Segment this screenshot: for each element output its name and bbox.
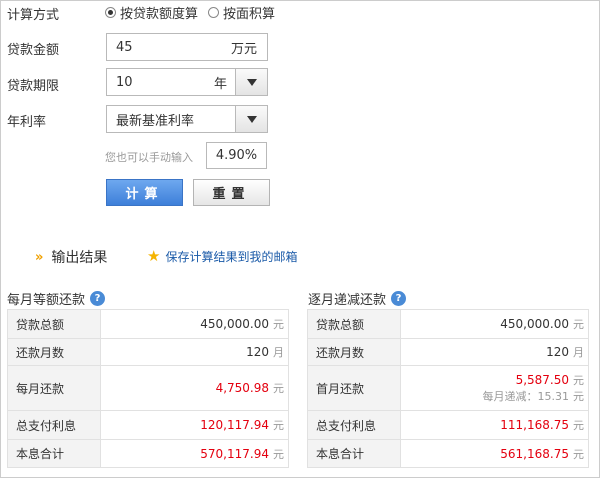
method-radio-group: 按贷款额度算 按面积算 [105,3,285,22]
amount-label: 贷款金额 [7,43,60,58]
calculator-frame: 计算方式 按贷款额度算 按面积算 贷款金额 45 万元 贷款期限 10 年 年利… [0,0,600,478]
decreasing-payment-table: 贷款总额 450,000.00 元 还款月数 120 月 首月还款 5,587.50… [307,309,589,468]
unit-text: 元 [273,447,284,461]
rate-hint: 您也可以手动输入 [105,151,193,164]
equal-payment-title: 每月等额还款 ? [7,289,106,308]
table-key: 还款月数 [307,338,401,366]
table-key: 还款月数 [7,338,101,366]
equal-payment-table: 贷款总额 450,000.00 元 还款月数 120 月 每月还款 4,750.98… [7,309,289,468]
table-key: 贷款总额 [7,309,101,339]
table-value: 570,117.94 元 [100,439,289,468]
radio-by-amount-label: 按贷款额度算 [120,7,199,22]
save-to-email-label: 保存计算结果到我的邮箱 [165,249,298,264]
unit-text: 元 [573,419,584,432]
save-to-email-link[interactable]: ★ 保存计算结果到我的邮箱 [147,247,297,265]
unit-text: 元 [573,318,584,331]
unit-text: 元 [273,419,284,432]
table-key: 总支付利息 [7,410,101,440]
table-row: 还款月数 120 月 [7,338,289,366]
term-label: 贷款期限 [7,79,60,94]
value-text: 450,000.00 [200,317,269,331]
table-row: 还款月数 120 月 [307,338,589,366]
table-value: 5,587.50 元 每月递减：15.31 元 [400,365,589,411]
table-value: 120 月 [400,338,589,366]
help-icon[interactable]: ? [391,291,407,306]
value-text: 120 [246,345,269,359]
value-text: 111,168.75 [500,418,569,432]
rate-select[interactable]: 最新基准利率 [106,105,268,133]
decreasing-payment-title: 逐月递减还款 ? [308,289,407,308]
equal-payment-title-text: 每月等额还款 [7,293,86,308]
value-text: 120 [546,345,569,359]
radio-by-amount[interactable]: 按贷款额度算 [105,3,198,22]
rate-label: 年利率 [7,115,47,130]
value-text: 120,117.94 [200,418,269,432]
radio-selected-icon [105,7,116,18]
table-row: 贷款总额 450,000.00 元 [307,309,589,339]
term-value: 10 [116,74,133,90]
unit-text: 元 [573,390,584,403]
table-key: 本息合计 [7,439,101,468]
table-row: 首月还款 5,587.50 元 每月递减：15.31 元 [307,365,589,411]
table-row: 本息合计 561,168.75 元 [307,439,589,468]
table-row: 总支付利息 120,117.94 元 [7,410,289,440]
table-value: 111,168.75 元 [400,410,589,440]
chevron-right-icon: » [35,249,44,265]
unit-text: 元 [273,382,284,395]
unit-text: 月 [573,346,584,359]
unit-text: 元 [573,374,584,387]
table-value: 450,000.00 元 [400,309,589,339]
term-select[interactable]: 10 年 [106,68,268,96]
table-value: 450,000.00 元 [100,309,289,339]
unit-text: 元 [273,318,284,331]
value-line: 5,587.50 元 [401,372,584,388]
table-value: 4,750.98 元 [100,365,289,411]
help-icon[interactable]: ? [90,291,106,306]
table-key: 总支付利息 [307,410,401,440]
table-row: 本息合计 570,117.94 元 [7,439,289,468]
table-value: 561,168.75 元 [400,439,589,468]
table-key: 本息合计 [307,439,401,468]
table-row: 贷款总额 450,000.00 元 [7,309,289,339]
star-icon: ★ [147,247,161,265]
value-subline: 每月递减：15.31 元 [401,388,585,404]
amount-unit: 万元 [230,41,257,57]
unit-text: 月 [273,346,284,359]
table-row: 总支付利息 111,168.75 元 [307,410,589,440]
chevron-down-icon[interactable] [235,106,267,132]
calculate-button[interactable]: 计算 [106,179,183,206]
value-text: 4,750.98 [215,381,269,395]
decrease-text: 每月递减：15.31 [482,390,570,403]
radio-by-area[interactable]: 按面积算 [208,3,275,22]
value-text: 450,000.00 [500,317,569,331]
unit-text: 元 [573,447,584,461]
value-text: 5,587.50 [515,373,569,387]
value-text: 570,117.94 [200,446,269,461]
method-label: 计算方式 [7,8,60,23]
amount-value: 45 [116,39,133,55]
value-text: 561,168.75 [500,446,569,461]
radio-unselected-icon [208,7,220,18]
output-header: » 输出结果 [35,247,107,267]
amount-input[interactable]: 45 万元 [106,33,268,61]
table-key: 首月还款 [307,365,401,411]
table-key: 每月还款 [7,365,101,411]
rate-manual-input[interactable]: 4.90% [206,142,267,169]
output-title: 输出结果 [51,250,108,266]
reset-button[interactable]: 重置 [193,179,270,206]
chevron-down-icon[interactable] [235,69,267,95]
rate-value: 最新基准利率 [116,113,195,129]
table-row: 每月还款 4,750.98 元 [7,365,289,411]
table-key: 贷款总额 [307,309,401,339]
table-value: 120,117.94 元 [100,410,289,440]
radio-by-area-label: 按面积算 [223,7,276,22]
table-value: 120 月 [100,338,289,366]
decreasing-payment-title-text: 逐月递减还款 [308,293,387,308]
term-unit: 年 [213,76,227,92]
